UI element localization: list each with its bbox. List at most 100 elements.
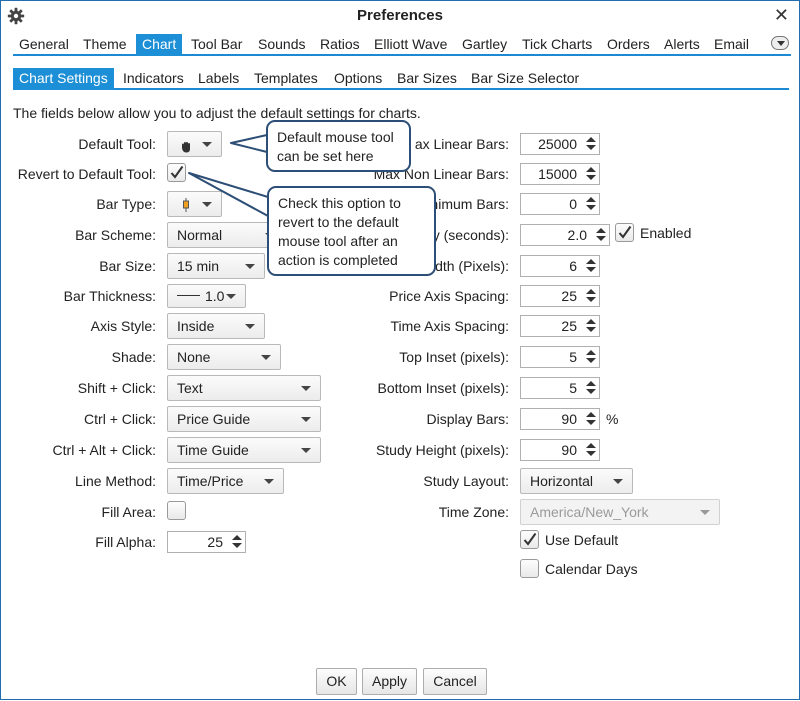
spinner-arrows-icon[interactable] <box>586 349 596 365</box>
line-method-select[interactable]: Time/Price <box>167 468 284 494</box>
spinner-arrows-icon[interactable] <box>586 411 596 427</box>
max-linear-bars-value: 25000 <box>538 136 577 152</box>
shift-click-select[interactable]: Text <box>167 375 321 401</box>
chevron-down-icon <box>245 324 255 329</box>
spinner-arrows-icon[interactable] <box>586 380 596 396</box>
price-axis-spacing-value: 25 <box>561 288 577 304</box>
axis-style-label: Axis Style: <box>90 318 156 334</box>
spinner-arrows-icon[interactable] <box>586 258 596 274</box>
time-zone-select[interactable]: America/New_York <box>520 499 720 525</box>
apply-button[interactable]: Apply <box>362 668 417 695</box>
spinner-arrows-icon[interactable] <box>586 196 596 212</box>
tab-indicators[interactable]: Indicators <box>117 68 190 90</box>
chevron-down-icon <box>301 386 311 391</box>
tab-tool-bar[interactable]: Tool Bar <box>185 34 248 56</box>
tab-labels[interactable]: Labels <box>192 68 245 90</box>
minimum-bars-label: nimum Bars: <box>430 196 509 212</box>
axis-style-select[interactable]: Inside <box>167 313 265 339</box>
delay-seconds-label: y (seconds): <box>432 227 509 243</box>
use-default-checkbox[interactable] <box>520 530 539 549</box>
ctrl-alt-click-select[interactable]: Time Guide <box>167 437 321 463</box>
chevron-down-icon <box>202 202 212 207</box>
spinner-arrows-icon[interactable] <box>586 166 596 182</box>
spinner-arrows-icon[interactable] <box>586 136 596 152</box>
study-layout-label: Study Layout: <box>423 473 509 489</box>
shade-select[interactable]: None <box>167 344 281 370</box>
checkmark-icon <box>523 532 537 546</box>
tab-chart[interactable]: Chart <box>136 34 183 56</box>
line-method-label: Line Method: <box>75 473 156 489</box>
fill-alpha-value: 25 <box>207 534 223 550</box>
time-zone-label: Time Zone: <box>438 504 509 520</box>
ctrl-alt-click-label: Ctrl + Alt + Click: <box>52 442 156 458</box>
top-inset-stepper[interactable]: 5 <box>520 346 600 368</box>
ctrl-click-select[interactable]: Price Guide <box>167 406 321 432</box>
chevron-down-icon <box>245 264 255 269</box>
spinner-arrows-icon[interactable] <box>586 318 596 334</box>
revert-checkbox[interactable] <box>167 163 186 182</box>
tab-email[interactable]: Email <box>708 34 755 56</box>
time-axis-spacing-stepper[interactable]: 25 <box>520 315 600 337</box>
shade-label: Shade: <box>111 349 156 365</box>
study-layout-select[interactable]: Horizontal <box>520 468 633 494</box>
chevron-down-icon <box>264 479 274 484</box>
bar-type-label: Bar Type: <box>96 196 156 212</box>
spinner-arrows-icon[interactable] <box>596 227 606 243</box>
bar-width-stepper[interactable]: 6 <box>520 255 600 277</box>
tab-ratios[interactable]: Ratios <box>314 34 366 56</box>
candlestick-icon <box>181 196 191 220</box>
bar-thickness-select[interactable]: 1.0 <box>167 284 246 308</box>
delay-enabled-checkbox[interactable] <box>615 223 634 242</box>
price-axis-spacing-label: Price Axis Spacing: <box>389 288 509 304</box>
bottom-inset-stepper[interactable]: 5 <box>520 377 600 399</box>
fill-area-checkbox[interactable] <box>167 501 186 520</box>
tab-templates[interactable]: Templates <box>248 68 324 90</box>
study-height-stepper[interactable]: 90 <box>520 439 600 461</box>
bar-scheme-label: Bar Scheme: <box>75 227 156 243</box>
tab-bar-sizes[interactable]: Bar Sizes <box>391 68 463 90</box>
fill-alpha-stepper[interactable]: 25 <box>167 531 246 553</box>
tab-orders[interactable]: Orders <box>601 34 656 56</box>
tab-alerts[interactable]: Alerts <box>658 34 706 56</box>
delay-seconds-stepper[interactable]: 2.0 <box>520 224 610 246</box>
checkmark-icon <box>618 225 632 239</box>
spinner-arrows-icon[interactable] <box>586 288 596 304</box>
max-linear-bars-stepper[interactable]: 25000 <box>520 133 600 155</box>
max-nonlinear-bars-stepper[interactable]: 15000 <box>520 163 600 185</box>
spinner-arrows-icon[interactable] <box>232 534 242 550</box>
chevron-down-icon <box>301 448 311 453</box>
bar-size-label: Bar Size: <box>99 258 156 274</box>
tab-tick-charts[interactable]: Tick Charts <box>516 34 598 56</box>
bar-scheme-value: Normal <box>177 227 223 243</box>
ctrl-click-label: Ctrl + Click: <box>84 411 156 427</box>
tab-options[interactable]: Options <box>328 68 388 90</box>
default-tool-select[interactable] <box>167 131 222 157</box>
delay-seconds-value: 2.0 <box>567 227 587 243</box>
tab-gartley[interactable]: Gartley <box>456 34 513 56</box>
tab-elliott-wave[interactable]: Elliott Wave <box>368 34 453 56</box>
close-icon[interactable]: ✕ <box>774 5 789 25</box>
bar-type-select[interactable] <box>167 191 222 217</box>
cancel-button[interactable]: Cancel <box>423 668 487 695</box>
bar-size-select[interactable]: 15 min <box>167 253 265 279</box>
axis-style-value: Inside <box>177 318 215 334</box>
tab-bar-size-selector[interactable]: Bar Size Selector <box>465 68 585 90</box>
calendar-days-checkbox[interactable] <box>520 559 539 578</box>
bar-width-value: 6 <box>569 258 577 274</box>
spinner-arrows-icon[interactable] <box>586 442 596 458</box>
tab-theme[interactable]: Theme <box>77 34 133 56</box>
tab-chart-settings[interactable]: Chart Settings <box>13 68 114 90</box>
display-bars-stepper[interactable]: 90 <box>520 408 600 430</box>
use-default-label: Use Default <box>545 532 619 548</box>
study-layout-value: Horizontal <box>530 473 594 489</box>
display-bars-label: Display Bars: <box>426 411 509 427</box>
price-axis-spacing-stepper[interactable]: 25 <box>520 285 600 307</box>
bottom-inset-label: Bottom Inset (pixels): <box>377 380 510 396</box>
minimum-bars-stepper[interactable]: 0 <box>520 193 600 215</box>
bar-thickness-label: Bar Thickness: <box>63 288 156 304</box>
tab-general[interactable]: General <box>13 34 75 56</box>
tab-sounds[interactable]: Sounds <box>252 34 311 56</box>
tab-overflow-menu-icon[interactable] <box>771 36 789 50</box>
bar-thickness-value: 1.0 <box>205 288 225 304</box>
ok-button[interactable]: OK <box>316 668 357 695</box>
